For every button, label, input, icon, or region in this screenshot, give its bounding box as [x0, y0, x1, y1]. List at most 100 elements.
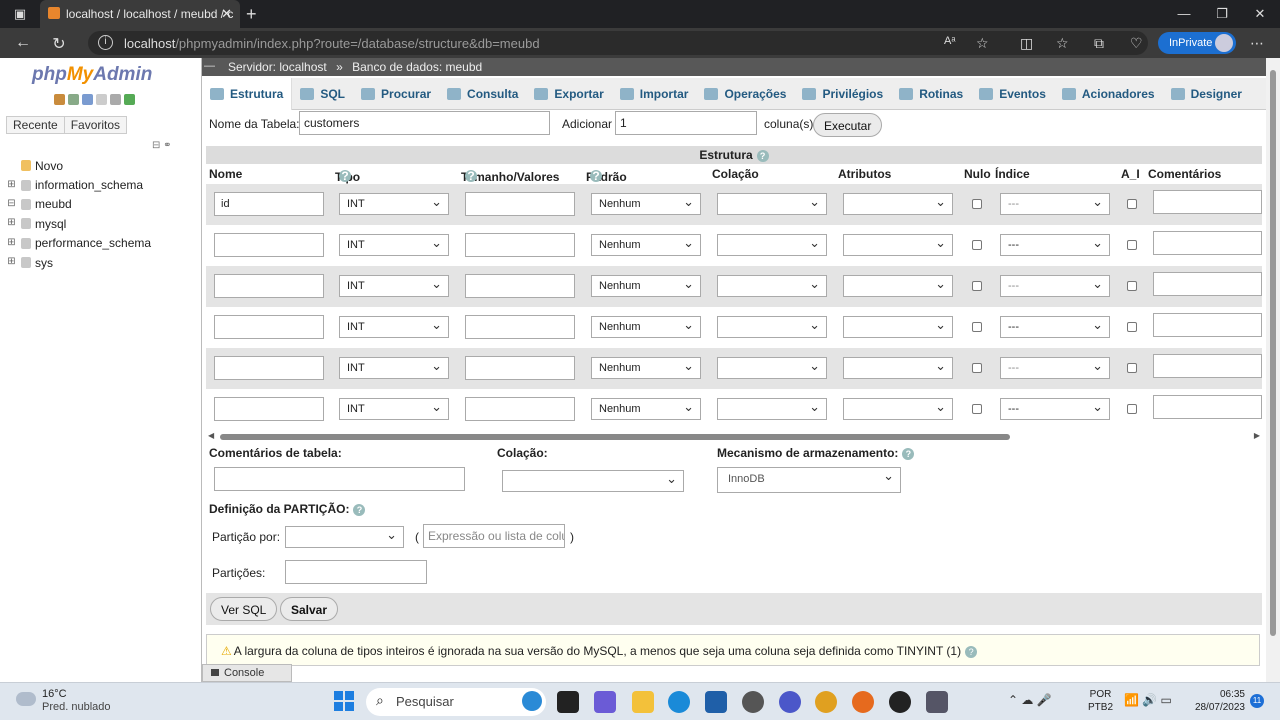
settings-icon[interactable] — [110, 94, 121, 105]
collation-select[interactable] — [717, 398, 827, 420]
null-checkbox[interactable] — [972, 199, 982, 209]
comments-input[interactable] — [1153, 354, 1262, 378]
tab-favorites[interactable]: Favoritos — [63, 116, 128, 134]
clock[interactable]: 06:35 28/07/2023 — [1190, 688, 1245, 714]
tab-recent[interactable]: Recente — [6, 116, 65, 134]
start-button[interactable] — [334, 691, 354, 711]
help-icon[interactable]: ? — [902, 447, 915, 460]
default-select[interactable]: Nenhum — [591, 234, 701, 256]
index-select[interactable]: --- — [1000, 316, 1110, 338]
default-select[interactable]: Nenhum — [591, 357, 701, 379]
task-view-icon[interactable] — [557, 691, 579, 713]
console-toggle[interactable]: Console — [202, 664, 292, 682]
scroll-thumb[interactable] — [1270, 70, 1276, 636]
horizontal-scrollbar[interactable]: ◀ ▶ — [206, 431, 1262, 443]
help-icon[interactable]: ? — [965, 645, 978, 658]
ai-checkbox[interactable] — [1127, 363, 1137, 373]
null-checkbox[interactable] — [972, 240, 982, 250]
index-select[interactable]: --- — [1000, 234, 1110, 256]
maximize-icon[interactable]: ❐ — [1214, 6, 1230, 22]
collation-select[interactable] — [717, 357, 827, 379]
refresh-icon[interactable]: ↻ — [50, 34, 68, 54]
comments-input[interactable] — [1153, 190, 1262, 214]
expand-icon[interactable]: ⊞ — [6, 237, 17, 249]
default-select[interactable]: Nenhum — [591, 275, 701, 297]
inprivate-button[interactable]: InPrivate — [1158, 32, 1236, 54]
browser-tab[interactable]: localhost / localhost / meubd / c ✕ — [40, 0, 240, 28]
chrome-icon[interactable] — [815, 691, 837, 713]
tab-events[interactable]: Eventos — [971, 78, 1054, 110]
attributes-select[interactable] — [843, 193, 953, 215]
tab-query[interactable]: Consulta — [439, 78, 526, 110]
table-name-input[interactable]: customers — [299, 111, 550, 135]
tab-operations[interactable]: Operações — [696, 78, 794, 110]
partition-expression-input[interactable]: Expressão ou lista de colun — [423, 524, 565, 548]
index-select[interactable]: --- — [1000, 193, 1110, 215]
partition-by-select[interactable] — [285, 526, 404, 548]
bing-icon[interactable] — [522, 691, 542, 711]
settings-gear-icon[interactable] — [742, 691, 764, 713]
file-explorer-icon[interactable] — [632, 691, 654, 713]
type-select[interactable]: INT — [339, 275, 449, 297]
ai-checkbox[interactable] — [1127, 322, 1137, 332]
collation-select[interactable] — [717, 275, 827, 297]
breadcrumb-database[interactable]: Banco de dados: meubd — [352, 60, 482, 74]
breadcrumb-server[interactable]: Servidor: localhost — [228, 60, 327, 74]
comments-input[interactable] — [1153, 231, 1262, 255]
default-select[interactable]: Nenhum — [591, 193, 701, 215]
partitions-input[interactable] — [285, 560, 427, 584]
column-name-input[interactable]: id — [214, 192, 324, 216]
null-checkbox[interactable] — [972, 363, 982, 373]
expand-icon[interactable]: ⊞ — [6, 218, 17, 229]
table-comments-input[interactable] — [214, 467, 465, 491]
null-checkbox[interactable] — [972, 322, 982, 332]
tab-sql[interactable]: SQL — [292, 78, 353, 110]
tab-privileges[interactable]: Privilégios — [794, 78, 891, 110]
back-icon[interactable]: ← — [14, 34, 32, 52]
help-icon[interactable]: ? — [353, 503, 366, 516]
column-name-input[interactable] — [214, 356, 324, 380]
tree-item-mysql[interactable]: ⊞ mysql — [6, 214, 151, 233]
tab-routines[interactable]: Rotinas — [891, 78, 971, 110]
index-select[interactable]: --- — [1000, 275, 1110, 297]
expand-icon[interactable]: ⊞ — [6, 257, 17, 268]
edge-icon[interactable] — [668, 691, 690, 713]
type-select[interactable]: INT — [339, 398, 449, 420]
save-button[interactable]: Salvar — [280, 597, 339, 621]
browser-essentials-icon[interactable]: ♡ — [1130, 35, 1143, 52]
view-sql-button[interactable]: Ver SQL — [210, 597, 278, 621]
expand-icon[interactable]: ⊞ — [6, 179, 17, 191]
store-icon[interactable] — [705, 691, 727, 713]
docs-icon[interactable] — [96, 94, 107, 105]
help-icon[interactable]: ? — [339, 170, 351, 182]
null-checkbox[interactable] — [972, 404, 982, 414]
collapse-icon[interactable]: ⊟ — [6, 198, 17, 210]
app-icon[interactable] — [779, 691, 801, 713]
engine-select[interactable]: InnoDB — [717, 467, 901, 493]
read-aloud-icon[interactable]: Aᵃ — [944, 35, 955, 47]
default-select[interactable]: Nenhum — [591, 398, 701, 420]
add-columns-input[interactable]: 1 — [615, 111, 757, 135]
tab-actions-icon[interactable]: ▣ — [12, 6, 28, 22]
index-select[interactable]: --- — [1000, 357, 1110, 379]
system-tray[interactable]: ⌃ ☁ 🎤 — [1008, 693, 1052, 707]
close-tab-icon[interactable]: ✕ — [221, 6, 232, 22]
scroll-right-icon[interactable]: ▶ — [1254, 431, 1260, 440]
attributes-select[interactable] — [843, 316, 953, 338]
attributes-select[interactable] — [843, 357, 953, 379]
taskbar-search[interactable]: ⌕ Pesquisar — [366, 688, 546, 716]
column-name-input[interactable] — [214, 233, 324, 257]
length-input[interactable] — [465, 274, 575, 298]
type-select[interactable]: INT — [339, 234, 449, 256]
comments-input[interactable] — [1153, 395, 1262, 419]
app-icon[interactable] — [926, 691, 948, 713]
length-input[interactable] — [465, 315, 575, 339]
vertical-scrollbar[interactable] — [1266, 58, 1280, 682]
home-icon[interactable] — [54, 94, 65, 105]
help-icon[interactable]: ? — [756, 149, 769, 162]
column-name-input[interactable] — [214, 315, 324, 339]
length-input[interactable] — [465, 356, 575, 380]
comments-input[interactable] — [1153, 313, 1262, 337]
collation-select[interactable] — [717, 193, 827, 215]
tab-structure[interactable]: Estrutura — [202, 77, 293, 110]
